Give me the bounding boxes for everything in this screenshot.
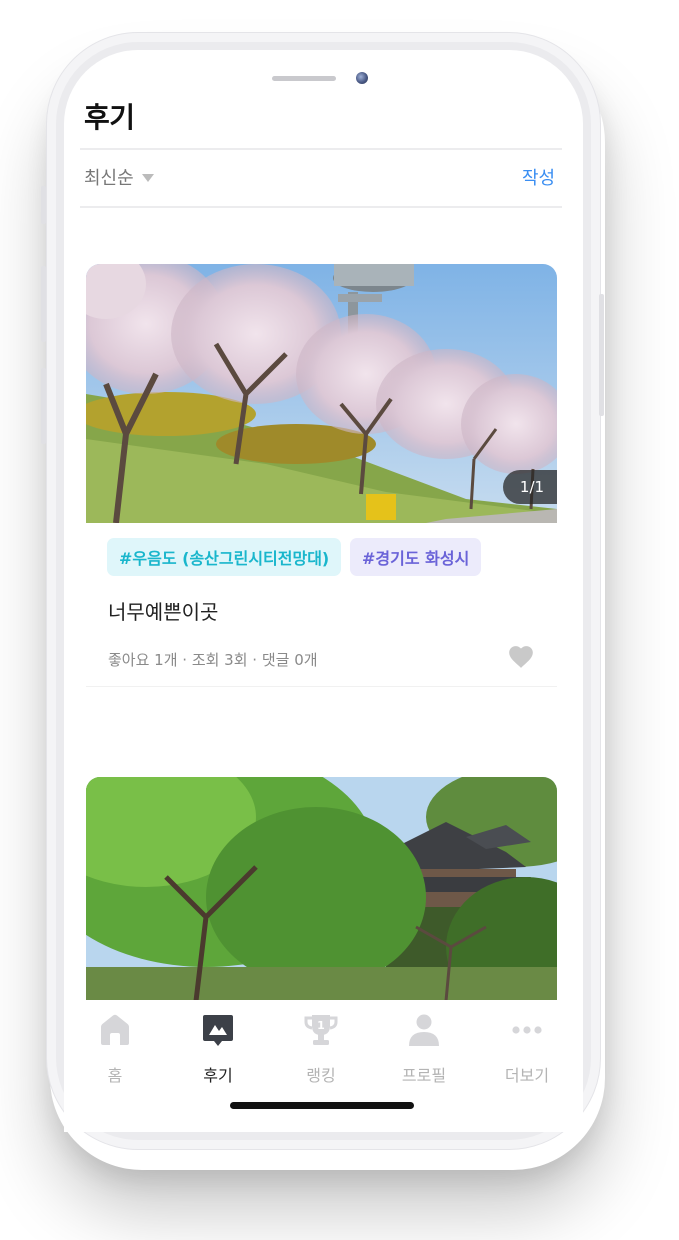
tab-label: 후기: [203, 1066, 233, 1085]
review-card[interactable]: 1/1 #우음도 (송산그린시티전망대) #경기도 화성시 너무예쁜이곳 좋아요…: [86, 264, 557, 688]
home-icon: [101, 1014, 129, 1045]
tab-review[interactable]: 후기: [173, 1012, 263, 1086]
tab-ranking[interactable]: 1 랭킹: [276, 1012, 366, 1086]
heart-icon[interactable]: [506, 643, 536, 669]
power-button: [599, 294, 604, 416]
home-indicator[interactable]: [230, 1102, 414, 1109]
write-button[interactable]: 작성: [522, 164, 555, 190]
tab-profile[interactable]: 프로필: [379, 1012, 469, 1086]
tag-location[interactable]: #우음도 (송산그린시티전망대): [107, 538, 342, 576]
review-photo[interactable]: 1/1: [86, 264, 557, 523]
svg-text:1: 1: [317, 1019, 325, 1032]
review-icon: [203, 1015, 233, 1046]
tab-more[interactable]: 더보기: [482, 1012, 572, 1086]
review-card[interactable]: [86, 777, 557, 1001]
tag-region[interactable]: #경기도 화성시: [350, 538, 482, 576]
tab-home[interactable]: 홈: [70, 1012, 160, 1086]
korean-temple-photo: [86, 777, 557, 1001]
header-divider: [80, 148, 562, 150]
review-photo[interactable]: [86, 777, 557, 1001]
silent-switch: [41, 186, 46, 224]
tab-label: 랭킹: [306, 1066, 336, 1085]
review-stats: 좋아요 1개 · 조회 3회 · 댓글 0개: [108, 651, 318, 669]
volume-up-button: [41, 266, 46, 342]
tab-label: 홈: [107, 1066, 123, 1085]
sort-label: 최신순: [84, 168, 134, 189]
card-divider: [86, 686, 557, 687]
speaker-grille: [272, 76, 336, 81]
person-icon: [409, 1014, 439, 1046]
review-title[interactable]: 너무예쁜이곳: [108, 596, 218, 625]
caret-down-icon: [141, 174, 154, 182]
tab-label: 더보기: [504, 1066, 550, 1085]
front-camera: [356, 72, 368, 84]
image-counter: 1/1: [503, 470, 557, 504]
page-title: 후기: [84, 101, 135, 134]
more-icon: [512, 1026, 542, 1034]
toolbar-divider: [80, 206, 562, 208]
trophy-icon: 1: [304, 1015, 338, 1045]
tab-label: 프로필: [401, 1066, 447, 1085]
sort-dropdown[interactable]: 최신순: [84, 164, 154, 190]
cherry-blossom-photo: [86, 264, 557, 523]
volume-down-button: [41, 368, 46, 444]
